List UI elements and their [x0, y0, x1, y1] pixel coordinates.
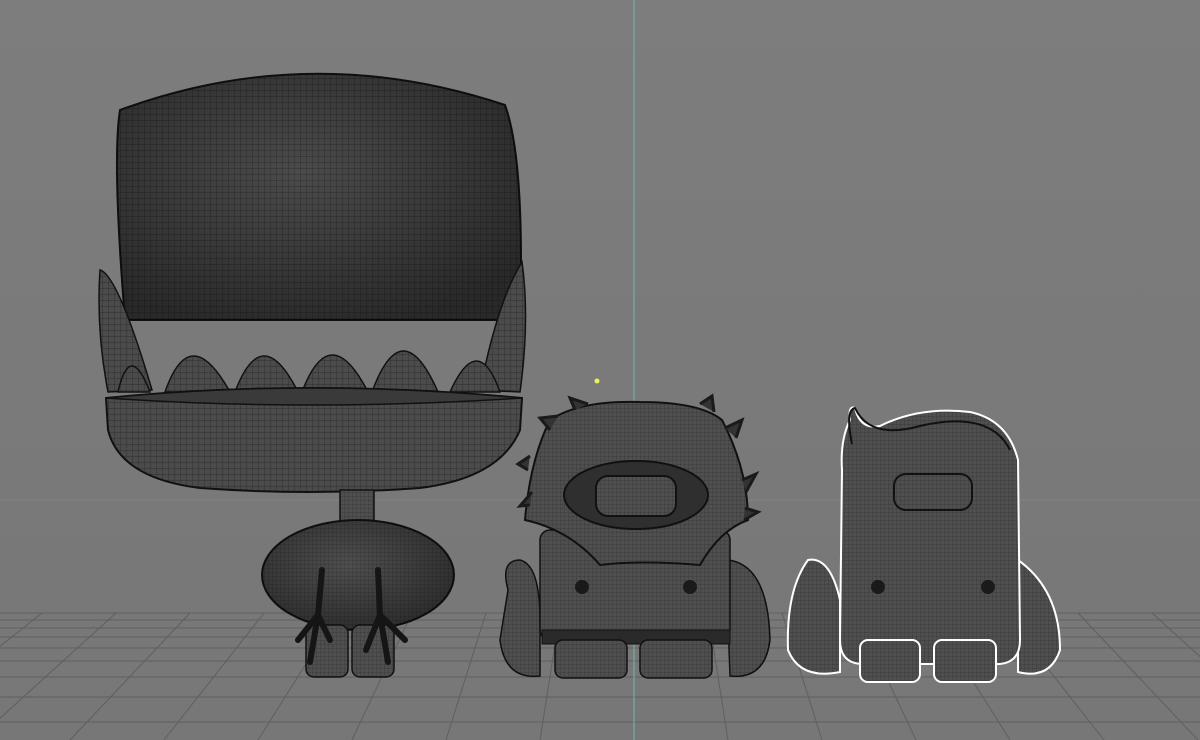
3d-viewport[interactable] [0, 0, 1200, 740]
pivot-marker[interactable] [594, 378, 600, 384]
big-hat-character[interactable] [98, 72, 527, 678]
hair-curl-character[interactable] [786, 406, 1062, 683]
viewport-canvas[interactable] [0, 0, 1200, 740]
spiky-hood-character[interactable] [499, 393, 771, 679]
